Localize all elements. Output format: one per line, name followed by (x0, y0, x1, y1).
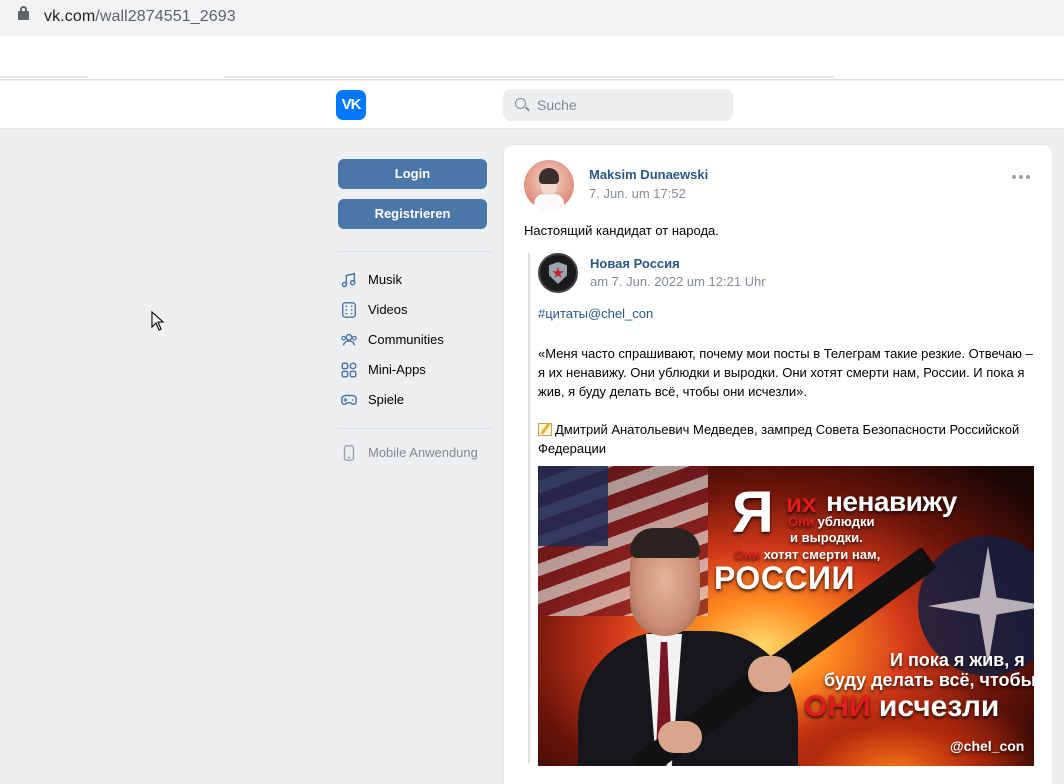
nav-item-label: Mini-Apps (368, 362, 426, 377)
vk-logo[interactable]: VK (336, 90, 366, 120)
poster-text-ischezli: исчезли (878, 690, 1000, 723)
nav-item-videos[interactable]: Videos (338, 296, 493, 324)
nav-item-label: Mobile Anwendung (368, 445, 478, 460)
repost-author[interactable]: Новая Россия (590, 256, 680, 271)
url-path: /wall2874551_2693 (95, 8, 236, 25)
poster-text-oni: Они (788, 514, 814, 529)
nav-item-label: Spiele (368, 392, 405, 407)
avatar-shirt (534, 194, 564, 210)
communities-icon (341, 333, 357, 346)
nav-divider (338, 428, 493, 429)
bookmarks-border (0, 79, 1064, 80)
login-button[interactable]: Login (338, 159, 487, 189)
nav-item-label: Videos (368, 302, 408, 317)
nav-item-mini-apps[interactable]: Mini-Apps (338, 356, 493, 384)
repost-avatar[interactable] (538, 253, 578, 293)
poster-line-2: и выродки. (790, 530, 863, 545)
music-icon (341, 272, 356, 288)
author-avatar[interactable] (524, 160, 574, 210)
repost-date[interactable]: am 7. Jun. 2022 um 12:21 Uhr (590, 274, 766, 289)
poster-text-ya: Я (732, 480, 774, 545)
search-box[interactable] (503, 89, 733, 121)
avatar-hair (539, 168, 559, 184)
post-author[interactable]: Maksim Dunaewski (589, 167, 708, 182)
video-icon (341, 302, 357, 318)
wall-post: Maksim Dunaewski 7. Jun. um 17:52 Настоя… (503, 144, 1053, 784)
gamepad-icon (341, 394, 357, 405)
vk-header: VK (0, 81, 1064, 129)
nav-item-label: Musik (368, 272, 402, 287)
search-input[interactable] (537, 89, 727, 121)
poster-figure-hair (630, 528, 700, 558)
nav-item-music[interactable]: Musik (338, 266, 493, 294)
poster-text-line1: ублюдки (817, 514, 875, 529)
poster-hand (748, 656, 792, 692)
poster-bottom-line-3: ОНИ исчезли (804, 690, 999, 724)
post-date[interactable]: 7. Jun. um 17:52 (589, 186, 686, 201)
mobile-phone-icon (343, 445, 355, 461)
hashtag-link[interactable]: #цитаты@chel_con (538, 306, 653, 321)
poster-bottom-line-2: буду делать всё, чтобы (824, 670, 1034, 690)
poster-flag-canton (538, 466, 608, 546)
repost-attribution: Дмитрий Анатольевич Медведев, зампред Со… (538, 420, 1038, 458)
bookmarks-bar (0, 36, 1064, 80)
bookmark-divider (224, 76, 834, 78)
nav-item-label: Communities (368, 332, 444, 347)
repost-quote: «Меня часто спрашивают, почему мои посты… (538, 346, 1033, 399)
repost-bar (528, 253, 530, 763)
memo-icon (538, 423, 552, 436)
nav-divider (338, 251, 493, 252)
bookmark-divider (0, 76, 88, 78)
lock-icon[interactable] (18, 6, 29, 20)
poster-watermark: @chel_con (950, 738, 1025, 754)
poster-line-1: Они ублюдки (788, 514, 874, 529)
mouse-cursor-icon (151, 311, 165, 331)
nav-item-games[interactable]: Spiele (338, 386, 493, 414)
url-text[interactable]: vk.com/wall2874551_2693 (44, 8, 236, 26)
poster-text-rossii: РОССИИ (714, 560, 856, 596)
more-options-icon[interactable] (1012, 175, 1032, 181)
search-icon (515, 98, 526, 109)
browser-address-bar: vk.com/wall2874551_2693 (0, 0, 1064, 36)
attribution-text: Дмитрий Анатольевич Медведев, зампред Со… (538, 422, 1020, 456)
post-text: Настоящий кандидат от народа. (524, 223, 719, 238)
poster-hand (658, 721, 702, 753)
url-host: vk.com (44, 8, 96, 25)
url-field[interactable]: vk.com/wall2874551_2693 (0, 0, 1064, 34)
nav-item-mobile-app[interactable]: Mobile Anwendung (338, 439, 493, 467)
register-button[interactable]: Registrieren (338, 199, 487, 229)
post-image[interactable]: Я их ненавижу Они ублюдки и выродки. Они… (538, 466, 1034, 766)
poster-bottom-line-1: И пока я жив, я (890, 650, 1025, 670)
mini-apps-icon (341, 362, 357, 378)
poster-text-oni-caps: ОНИ (804, 690, 871, 723)
nav-item-communities[interactable]: Communities (338, 326, 493, 354)
